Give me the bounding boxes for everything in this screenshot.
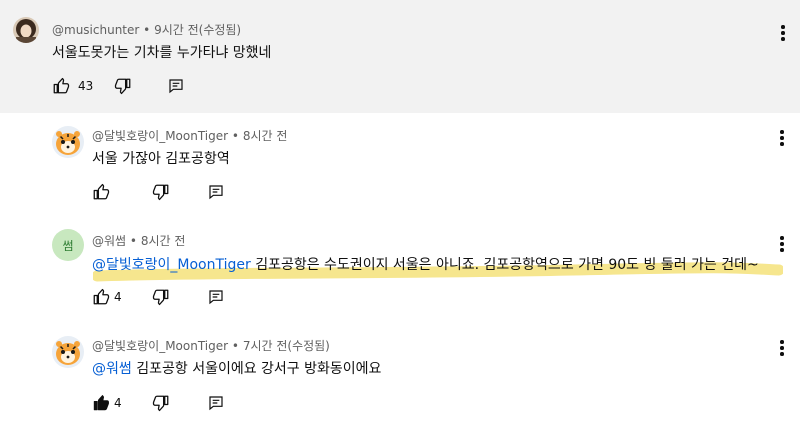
comment-text: 서울 가잖아 김포공항역 <box>92 148 230 168</box>
reply-icon <box>209 290 223 305</box>
reply-icon <box>209 185 223 200</box>
reply-button[interactable] <box>208 182 224 202</box>
dislike-button[interactable] <box>114 76 132 96</box>
comment-actions: 43 <box>52 76 192 96</box>
like-count: 4 <box>114 290 122 304</box>
comment-body: 김포공항 서울이에요 강서구 방화동이에요 <box>136 361 382 377</box>
comment-body: 김포공항은 수도권이지 서울은 아니죠. 김포공항역으로 가면 90도 빙 둘러… <box>255 257 759 273</box>
reply-icon <box>169 79 183 94</box>
reply-icon <box>209 396 223 411</box>
thumbs-down-icon <box>152 395 169 412</box>
more-options-button[interactable] <box>779 236 785 252</box>
reply-button[interactable] <box>208 393 224 413</box>
mention-link[interactable]: @달빛호랑이_MoonTiger <box>92 257 251 273</box>
thumbs-up-icon <box>93 288 110 305</box>
comment-body: 서울 가잖아 김포공항역 <box>92 151 230 167</box>
comment-text: @워썸 김포공항 서울이에요 강서구 방화동이에요 <box>92 358 381 378</box>
author-name[interactable]: @달빛호랑이_MoonTiger <box>92 129 228 143</box>
thumbs-down-icon <box>114 78 131 95</box>
like-count: 4 <box>114 396 122 410</box>
thumbs-up-icon <box>53 77 70 94</box>
like-button-active[interactable]: 4 <box>92 393 122 413</box>
thumbs-up-icon <box>93 183 110 200</box>
like-button[interactable]: 43 <box>52 76 93 96</box>
avatar[interactable]: 썸 <box>52 229 84 261</box>
comment-meta: @달빛호랑이_MoonTiger • 8시간 전 <box>92 127 287 144</box>
author-name[interactable]: @워썸 <box>92 234 126 248</box>
like-count: 43 <box>78 79 94 93</box>
comment-meta: @musichunter • 9시간 전(수정됨) <box>52 21 241 38</box>
avatar[interactable] <box>13 17 39 43</box>
timestamp[interactable]: 9시간 전(수정됨) <box>154 23 241 37</box>
thumbs-up-filled-icon <box>93 395 109 411</box>
thumbs-down-icon <box>152 289 169 306</box>
meta-separator: • <box>231 129 239 143</box>
comment-text: 서울도못가는 기차를 누가타냐 망했네 <box>52 42 271 62</box>
timestamp[interactable]: 7시간 전(수정됨) <box>243 339 330 353</box>
dislike-button[interactable] <box>152 393 170 413</box>
person-photo-avatar-icon <box>13 17 39 43</box>
author-name[interactable]: @musichunter <box>52 23 139 37</box>
tiger-avatar-icon <box>52 126 84 158</box>
avatar-letter: 썸 <box>62 238 74 253</box>
more-options-button[interactable] <box>779 340 785 356</box>
like-button[interactable] <box>92 182 118 202</box>
timestamp[interactable]: 8시간 전 <box>141 234 186 248</box>
comment-actions <box>92 182 232 202</box>
thumbs-down-icon <box>152 184 169 201</box>
comment-actions: 4 <box>92 287 232 307</box>
dislike-button[interactable] <box>152 182 170 202</box>
meta-separator: • <box>143 23 151 37</box>
like-button[interactable]: 4 <box>92 287 122 307</box>
meta-separator: • <box>129 234 137 248</box>
timestamp[interactable]: 8시간 전 <box>243 129 288 143</box>
comment-body: 서울도못가는 기차를 누가타냐 망했네 <box>52 45 272 61</box>
reply-button[interactable] <box>208 287 224 307</box>
mention-link[interactable]: @워썸 <box>92 361 132 377</box>
meta-separator: • <box>231 339 239 353</box>
more-options-button[interactable] <box>779 130 785 146</box>
avatar[interactable] <box>52 336 84 368</box>
reply-button[interactable] <box>168 76 184 96</box>
author-name[interactable]: @달빛호랑이_MoonTiger <box>92 339 228 353</box>
more-options-button[interactable] <box>780 25 786 41</box>
dislike-button[interactable] <box>152 287 170 307</box>
comment-meta: @워썸 • 8시간 전 <box>92 232 185 249</box>
tiger-avatar-icon <box>52 336 84 368</box>
comment-actions: 4 <box>92 393 232 413</box>
avatar[interactable] <box>52 126 84 158</box>
comment-text: @달빛호랑이_MoonTiger 김포공항은 수도권이지 서울은 아니죠. 김포… <box>92 254 759 274</box>
comment-meta: @달빛호랑이_MoonTiger • 7시간 전(수정됨) <box>92 337 330 354</box>
